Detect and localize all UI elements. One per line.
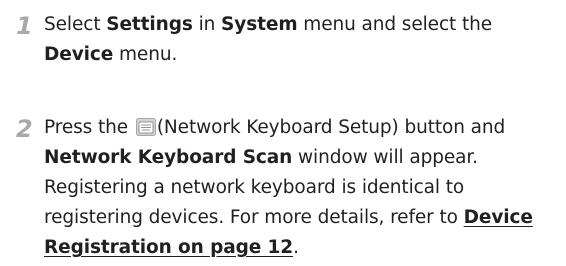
settings-term: Settings — [106, 14, 193, 35]
text-segment: in — [192, 14, 222, 35]
step-number: 1 — [16, 12, 33, 40]
network-keyboard-setup-icon — [135, 116, 156, 136]
text-segment: Press the — [44, 117, 134, 138]
network-keyboard-scan-term: Network Keyboard Scan — [44, 147, 293, 168]
step-instruction: Select Settings in System menu and selec… — [44, 10, 564, 70]
text-segment: (Network Keyboard Setup) button and — [156, 117, 506, 138]
device-term: Device — [44, 44, 114, 65]
text-segment: menu. — [113, 44, 178, 65]
text-segment: Select — [44, 14, 107, 35]
text-segment: . — [293, 237, 299, 258]
step-instruction: Press the (Network Keyboard Setup) butto… — [44, 113, 564, 263]
text-segment: menu and select the — [297, 14, 493, 35]
system-term: System — [221, 14, 298, 35]
step-number: 2 — [16, 115, 33, 143]
